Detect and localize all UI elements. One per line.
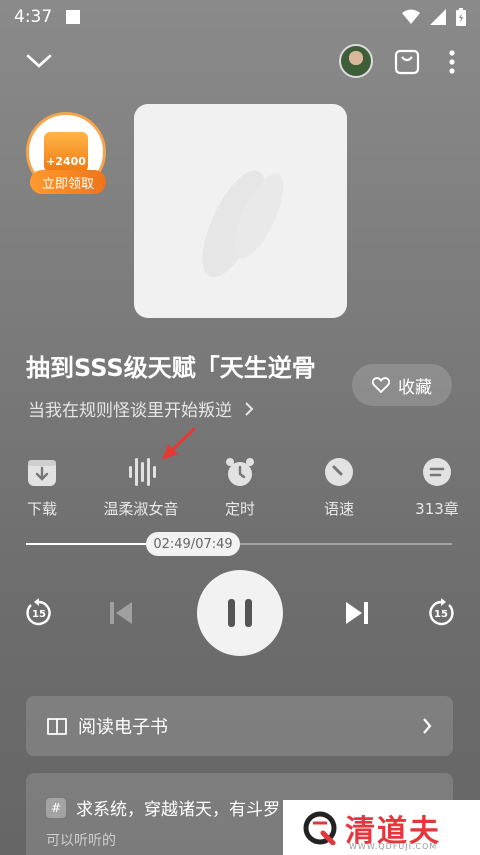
more-options-icon[interactable] (442, 48, 462, 76)
voice-label: 温柔淑女音 (103, 500, 179, 518)
pause-button[interactable] (197, 570, 283, 656)
rewind-icon: 15 (26, 598, 51, 626)
coin-reward-badge[interactable]: +2400 立即领取 (26, 112, 106, 196)
forward-icon: 15 (429, 598, 454, 626)
next-chapter-button[interactable] (342, 598, 372, 628)
claim-reward-button[interactable]: 立即领取 (30, 170, 106, 194)
playback-controls: 15 15 (0, 570, 480, 656)
hashtag-icon: # (46, 797, 66, 818)
skip-next-icon (346, 602, 368, 624)
shopping-bag-icon[interactable] (392, 46, 422, 76)
cover-placeholder-icon (202, 170, 284, 278)
favorite-button[interactable]: 收藏 (352, 364, 452, 406)
speed-gauge-icon (325, 458, 353, 486)
favorite-label: 收藏 (398, 377, 432, 398)
forward-seconds: 15 (434, 609, 448, 620)
book-subtitle-link[interactable]: 当我在规则怪谈里开始叛逆 (28, 396, 255, 421)
watermark-logo: 清道夫 WWW.QDFUJI.COM (283, 800, 480, 855)
playback-time[interactable]: 02:49/07:49 (146, 532, 240, 556)
battery-icon (456, 8, 466, 26)
status-time: 4:37 (14, 7, 53, 27)
speed-button[interactable]: 语速 (294, 456, 384, 519)
function-row: 下载 温柔淑女音 定时 语速 313章 (0, 456, 480, 520)
annotation-arrow-icon (162, 427, 196, 460)
book-subtitle: 当我在规则怪谈里开始叛逆 (28, 401, 232, 421)
chapter-list-icon (423, 458, 451, 486)
avatar[interactable] (339, 44, 373, 78)
chapter-list-button[interactable]: 313章 (392, 456, 480, 519)
timer-label: 定时 (224, 500, 255, 518)
notification-icon (66, 10, 81, 24)
rewind-15-button[interactable]: 15 (22, 596, 56, 630)
chevron-right-icon (423, 718, 432, 734)
voice-wave-icon (129, 458, 156, 486)
chapter-count-label: 313章 (415, 500, 459, 518)
read-ebook-card[interactable]: 阅读电子书 (26, 696, 453, 756)
heart-icon (372, 377, 390, 393)
collapse-chevron-icon[interactable] (24, 48, 54, 74)
download-label: 下载 (26, 500, 57, 518)
timer-button[interactable]: 定时 (195, 456, 285, 519)
watermark-url: WWW.QDFUJI.COM (349, 842, 438, 851)
signal-icon (430, 9, 446, 25)
book-cover (134, 104, 347, 318)
rewind-seconds: 15 (32, 609, 46, 620)
coin-amount: +2400 (44, 132, 88, 172)
status-icons (402, 8, 466, 26)
watermark-emblem-icon (303, 811, 337, 845)
book-title: 抽到SSS级天赋「天生逆骨 (26, 354, 316, 382)
download-icon (28, 460, 56, 486)
wifi-icon (402, 9, 420, 24)
skip-previous-icon (110, 602, 132, 624)
forward-15-button[interactable]: 15 (424, 596, 458, 630)
download-button[interactable]: 下载 (0, 456, 87, 519)
alarm-clock-icon (226, 458, 254, 486)
previous-chapter-button[interactable] (106, 598, 136, 628)
status-bar: 4:37 (0, 0, 480, 34)
read-ebook-label: 阅读电子书 (78, 717, 168, 738)
pause-icon (228, 599, 252, 627)
chevron-right-icon (245, 402, 254, 416)
open-book-icon (47, 718, 67, 735)
top-bar (0, 44, 480, 78)
recommendation-title: 求系统，穿越诸天，有斗罗 (76, 800, 280, 820)
speed-label: 语速 (323, 500, 354, 518)
